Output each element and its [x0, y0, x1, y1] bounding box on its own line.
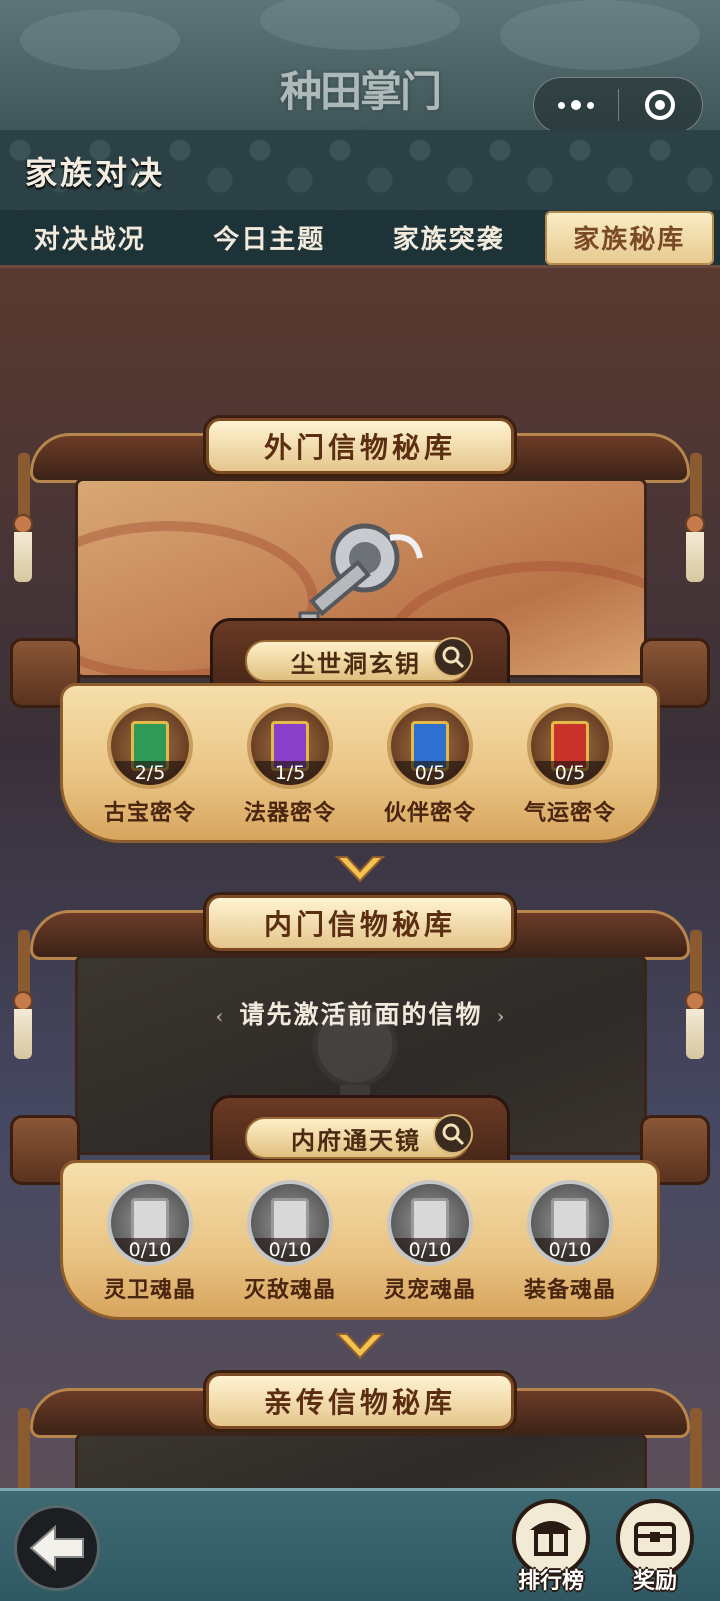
token-partner[interactable]: 0/5 伙伴密令	[370, 703, 490, 827]
token-magic-artifact[interactable]: 1/5 法器密令	[230, 703, 350, 827]
cloud-decoration	[500, 0, 700, 70]
vault-title-banner: 外门信物秘库	[206, 418, 514, 474]
inner-vault-section: ‹ 请先激活前面的信物 › 内府通天镜 内门信物秘库 0/10 灵卫魂晶 0/10 …	[0, 895, 720, 1365]
token-row: 2/5 古宝密令 1/5 法器密令 0/5 伙伴密令 0/5 气运密令	[90, 703, 630, 827]
title-bar: 家族对决	[0, 130, 720, 210]
page-title: 家族对决	[25, 154, 166, 192]
vault-list: 尘世洞玄钥 外门信物秘库 2/5 古宝密令 1/5 法器密令 0/5 伙伴密令 …	[0, 268, 720, 1488]
token-row: 0/10 灵卫魂晶 0/10 灭敌魂晶 0/10 灵宠魂晶 0/10 装备魂晶	[90, 1180, 630, 1304]
vault-scene-locked	[75, 1433, 647, 1488]
token-name: 灭敌魂晶	[243, 1277, 336, 1303]
token-count: 0/5	[391, 761, 469, 785]
token-name: 装备魂晶	[523, 1277, 616, 1303]
token-count: 0/10	[111, 1238, 189, 1262]
chevron-down-icon	[334, 856, 386, 883]
treasure-chest-icon	[634, 1522, 676, 1556]
token-name: 灵卫魂晶	[103, 1277, 196, 1303]
left-arrow-icon: ‹	[215, 1004, 226, 1028]
more-menu-button[interactable]	[534, 77, 618, 130]
token-pet-soul-crystal[interactable]: 0/10 灵宠魂晶	[370, 1180, 490, 1304]
ranking-label: 排行榜	[517, 1568, 584, 1594]
top-bar: 种田掌门人	[0, 0, 720, 130]
token-name: 法器密令	[243, 800, 336, 826]
token-guard-soul-crystal[interactable]: 0/10 灵卫魂晶	[90, 1180, 210, 1304]
bottom-bar: 排行榜 奖励	[0, 1488, 720, 1601]
cloud-decoration	[260, 0, 460, 50]
token-name: 灵宠魂晶	[383, 1277, 476, 1303]
vault-title-banner: 亲传信物秘库	[206, 1373, 514, 1429]
vault-title-banner: 内门信物秘库	[206, 895, 514, 951]
token-count: 1/5	[251, 761, 329, 785]
chevron-down-icon	[334, 1333, 386, 1360]
outer-vault-section: 尘世洞玄钥 外门信物秘库 2/5 古宝密令 1/5 法器密令 0/5 伙伴密令 …	[0, 418, 720, 888]
tab-family-raid[interactable]: 家族突袭	[359, 209, 539, 267]
token-count: 0/10	[251, 1238, 329, 1262]
target-close-icon	[645, 90, 676, 120]
token-ancient-treasure[interactable]: 2/5 古宝密令	[90, 703, 210, 827]
app-logo: 种田掌门人	[279, 67, 442, 130]
more-dots-icon	[557, 100, 594, 110]
search-icon	[442, 1123, 465, 1146]
tab-family-vault[interactable]: 家族秘库	[544, 210, 715, 265]
token-name: 伙伴密令	[383, 800, 476, 826]
item-detail-button[interactable]	[433, 637, 473, 677]
disciple-vault-section: 亲传信物秘库	[0, 1373, 720, 1488]
search-icon	[442, 646, 465, 669]
tab-today-theme[interactable]: 今日主题	[180, 209, 360, 267]
token-count: 0/5	[531, 761, 609, 785]
locked-message: ‹ 请先激活前面的信物 ›	[75, 995, 647, 1031]
ranking-button[interactable]: 排行榜	[511, 1499, 591, 1599]
reward-button[interactable]: 奖励	[615, 1499, 695, 1599]
token-fortune[interactable]: 0/5 气运密令	[510, 703, 630, 827]
token-count: 0/10	[531, 1238, 609, 1262]
token-count: 0/10	[391, 1238, 469, 1262]
token-count: 2/5	[111, 761, 189, 785]
miniprogram-capsule	[533, 77, 703, 130]
close-miniprogram-button[interactable]	[619, 77, 703, 130]
cloud-decoration	[20, 10, 180, 70]
tab-battle-status[interactable]: 对决战况	[0, 209, 180, 267]
reward-label: 奖励	[632, 1568, 677, 1594]
right-arrow-icon: ›	[496, 1004, 507, 1028]
locked-message-text: 请先激活前面的信物	[239, 1000, 483, 1029]
back-button[interactable]	[14, 1505, 100, 1591]
back-arrow-icon	[29, 1524, 84, 1572]
token-name: 古宝密令	[103, 800, 196, 826]
item-detail-button[interactable]	[433, 1114, 473, 1154]
pavilion-icon	[530, 1521, 572, 1556]
token-name: 气运密令	[523, 800, 616, 826]
token-equip-soul-crystal[interactable]: 0/10 装备魂晶	[510, 1180, 630, 1304]
tab-bar: 对决战况 今日主题 家族突袭 家族秘库	[0, 210, 720, 268]
token-slay-soul-crystal[interactable]: 0/10 灭敌魂晶	[230, 1180, 350, 1304]
